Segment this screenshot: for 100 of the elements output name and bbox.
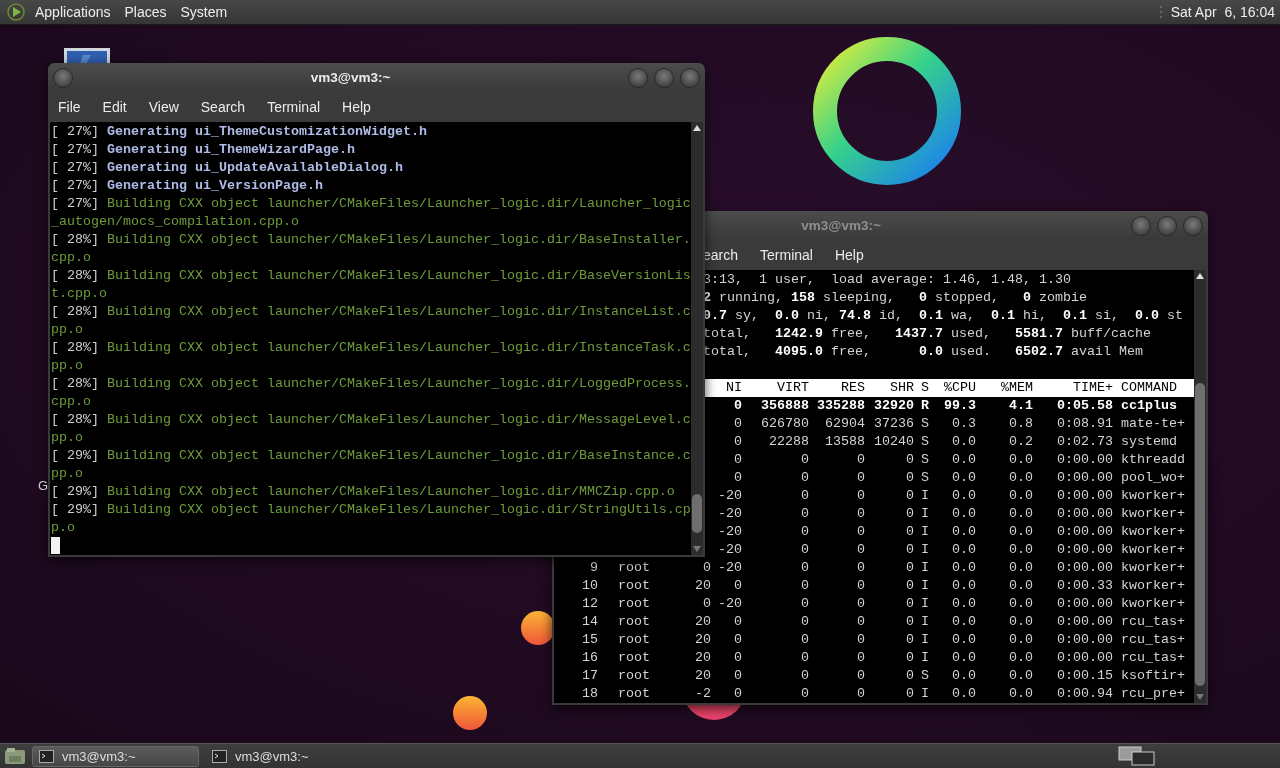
scrollbar-thumb[interactable] bbox=[692, 494, 702, 534]
table-cell-text: 12 bbox=[581, 595, 598, 613]
table-cell-text: 0 bbox=[733, 631, 742, 649]
table-cell-text: 0.0 bbox=[1008, 559, 1033, 577]
table-cell-text: 0 bbox=[800, 613, 809, 631]
taskbar-button[interactable]: vm3@vm3:~ bbox=[32, 745, 199, 767]
log-line: [ 28%] Building CXX object launcher/CMakeFiles/Launcher_logic.dir/BaseVersionList.cpp.o bbox=[51, 267, 691, 303]
menu-item[interactable]: File bbox=[58, 99, 81, 115]
table-cell-text: 20 bbox=[694, 577, 711, 595]
menu-item[interactable]: Help bbox=[834, 247, 864, 263]
menu-item[interactable]: Search bbox=[200, 99, 246, 115]
ball-drawing bbox=[453, 696, 487, 730]
scroll-up-icon[interactable] bbox=[1196, 273, 1204, 279]
close-button[interactable] bbox=[1183, 215, 1203, 236]
table-cell-text: 0 bbox=[905, 541, 914, 559]
menu-logo-icon[interactable] bbox=[6, 2, 28, 22]
table-cell-text: 0.0 bbox=[951, 685, 976, 703]
menu-item[interactable]: Terminal bbox=[760, 247, 813, 263]
table-cell-text: -20 bbox=[717, 487, 742, 505]
table-cell-text: 0 bbox=[733, 433, 742, 451]
table-cell-text: 0.0 bbox=[951, 559, 976, 577]
table-cell-text: 0 bbox=[733, 397, 742, 415]
panel-menu[interactable]: Places bbox=[117, 4, 174, 20]
summary-line: total, 4095.0 free, 0.0 used. 6502.7 avail Mem bbox=[703, 343, 1144, 361]
column-header[interactable]: RES bbox=[809, 379, 865, 397]
table-cell-text: root bbox=[617, 667, 651, 685]
column-header[interactable]: VIRT bbox=[742, 379, 809, 397]
menu-item[interactable]: Help bbox=[342, 99, 371, 115]
table-cell-text: 0 bbox=[800, 595, 809, 613]
table-cell-text: cc1plus bbox=[1120, 397, 1178, 415]
summary-line: 3:13, 1 user, load average: 1.46, 1.48, 1.30 bbox=[703, 271, 1072, 289]
column-header[interactable]: COMMAND bbox=[1113, 379, 1192, 397]
table-cell-text: R bbox=[920, 397, 930, 415]
table-cell-text: S bbox=[920, 451, 930, 469]
scroll-up-icon[interactable] bbox=[693, 125, 701, 131]
panel-menu[interactable]: System bbox=[173, 4, 235, 20]
log-line: [ 29%] Building CXX object launcher/CMakeFiles/Launcher_logic.dir/StringUtils.cpp.o bbox=[51, 501, 691, 537]
maximize-button[interactable] bbox=[1157, 215, 1177, 236]
clock[interactable]: Sat Apr 6, 16:04 bbox=[1162, 4, 1275, 20]
column-header[interactable]: %CPU bbox=[933, 379, 976, 397]
minimize-button[interactable] bbox=[1131, 215, 1151, 236]
table-cell-text: 0 bbox=[733, 613, 742, 631]
table-cell-text: 0 bbox=[800, 685, 809, 703]
scrollbar[interactable] bbox=[1194, 270, 1206, 703]
scroll-down-icon[interactable] bbox=[1196, 694, 1204, 700]
computer-icon[interactable] bbox=[63, 47, 111, 63]
menu-item[interactable]: View bbox=[148, 99, 179, 115]
table-cell-text: 0 bbox=[800, 631, 809, 649]
table-cell-text: 0:00.00 bbox=[1056, 469, 1113, 487]
workspace-switcher-icon[interactable] bbox=[1118, 746, 1156, 766]
column-header[interactable]: NI bbox=[711, 379, 742, 397]
table-cell-text: -20 bbox=[717, 541, 742, 559]
table-cell-text: pool_wo+ bbox=[1120, 469, 1186, 487]
scroll-down-icon[interactable] bbox=[693, 546, 701, 552]
table-cell-text: 0:00.94 bbox=[1056, 685, 1113, 703]
table-cell-text: S bbox=[920, 469, 930, 487]
summary-line: total, 1242.9 free, 1437.7 used, 5581.7 buff/cache bbox=[703, 325, 1152, 343]
panel-handle-icon[interactable] bbox=[1158, 4, 1163, 20]
column-header[interactable]: %MEM bbox=[976, 379, 1033, 397]
menu-item[interactable]: Terminal bbox=[267, 99, 321, 115]
table-cell-text: 0 bbox=[856, 631, 865, 649]
log-line: [ 28%] Building CXX object launcher/CMakeFiles/Launcher_logic.dir/InstanceList.cpp.o bbox=[51, 303, 691, 339]
minimize-button[interactable] bbox=[628, 67, 648, 88]
column-header[interactable]: S bbox=[914, 379, 933, 397]
table-cell-text: -20 bbox=[717, 523, 742, 541]
table-cell-text: root bbox=[617, 649, 651, 667]
table-cell-text: 0:00.15 bbox=[1056, 667, 1113, 685]
scrollbar[interactable] bbox=[691, 122, 703, 555]
column-header[interactable]: SHR bbox=[865, 379, 914, 397]
scrollbar-thumb[interactable] bbox=[1195, 382, 1205, 686]
table-cell-text: 0:00.00 bbox=[1056, 595, 1113, 613]
table-cell-text: I bbox=[920, 613, 930, 631]
table-cell-text: 0:00.00 bbox=[1056, 541, 1113, 559]
table-cell-text: 0 bbox=[856, 487, 865, 505]
show-desktop-icon[interactable] bbox=[4, 747, 26, 765]
table-cell-text: 0 bbox=[905, 577, 914, 595]
taskbar-button[interactable]: vm3@vm3:~ bbox=[205, 745, 372, 767]
table-cell-text: 32920 bbox=[873, 397, 914, 415]
table-cell-text: rcu_tas+ bbox=[1120, 649, 1186, 667]
table-cell-text: 0.0 bbox=[1008, 613, 1033, 631]
maximize-button[interactable] bbox=[654, 67, 674, 88]
close-button[interactable] bbox=[680, 67, 700, 88]
column-header[interactable]: TIME+ bbox=[1033, 379, 1113, 397]
log-line: [ 27%] Building CXX object launcher/CMakeFiles/Launcher_logic.dir/Launcher_logic_autogen/mocs_compilation.cpp.o bbox=[51, 195, 691, 231]
text-cursor bbox=[51, 537, 60, 554]
table-cell-text: 0 bbox=[905, 613, 914, 631]
table-cell-text: I bbox=[920, 523, 930, 541]
table-cell-text: 0 bbox=[856, 469, 865, 487]
table-cell-text: kworker+ bbox=[1120, 505, 1186, 523]
table-cell-text: 14 bbox=[581, 613, 598, 631]
table-cell-text: 0 bbox=[800, 487, 809, 505]
panel-menu[interactable]: Applications bbox=[28, 4, 118, 20]
table-cell-text: 0.0 bbox=[951, 433, 976, 451]
table-cell-text: 0 bbox=[733, 415, 742, 433]
table-cell-text: 0.0 bbox=[951, 451, 976, 469]
table-cell-text: I bbox=[920, 505, 930, 523]
menu-item[interactable]: Edit bbox=[102, 99, 127, 115]
table-cell-text: ksoftir+ bbox=[1120, 667, 1186, 685]
table-cell-text: 0 bbox=[856, 595, 865, 613]
window-menu-button[interactable] bbox=[53, 67, 73, 88]
